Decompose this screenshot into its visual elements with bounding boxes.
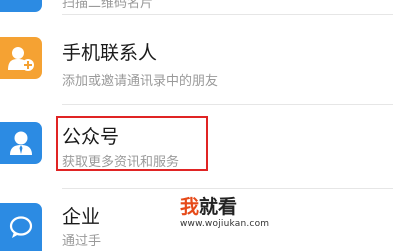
highlight-box <box>56 116 208 171</box>
list-item-title: 企业 <box>62 206 101 228</box>
watermark-logo-part2: 就看 <box>199 196 238 218</box>
official-account-icon <box>0 122 42 164</box>
watermark-logo: 我就看 <box>180 196 274 218</box>
watermark-url: www.wojiukan.com <box>180 219 270 229</box>
list-item-subtitle: 添加或邀请通讯录中的朋友 <box>62 74 219 89</box>
watermark-logo-part1: 我 <box>180 196 200 218</box>
enterprise-chat-icon <box>0 203 42 251</box>
list-item-title: 手机联系人 <box>62 42 158 64</box>
list-item-subtitle: 扫描二维码名片 <box>62 0 154 11</box>
list-item-qr-card[interactable]: 扫描二维码名片 <box>0 0 393 14</box>
add-contact-icon <box>0 37 42 79</box>
list-item-phone-contacts[interactable]: 手机联系人 添加或邀请通讯录中的朋友 <box>0 15 393 103</box>
qr-code-icon <box>0 0 42 12</box>
list-item-subtitle: 通过手 <box>62 234 102 249</box>
watermark: 我就看 www.wojiukan.com <box>180 196 274 229</box>
